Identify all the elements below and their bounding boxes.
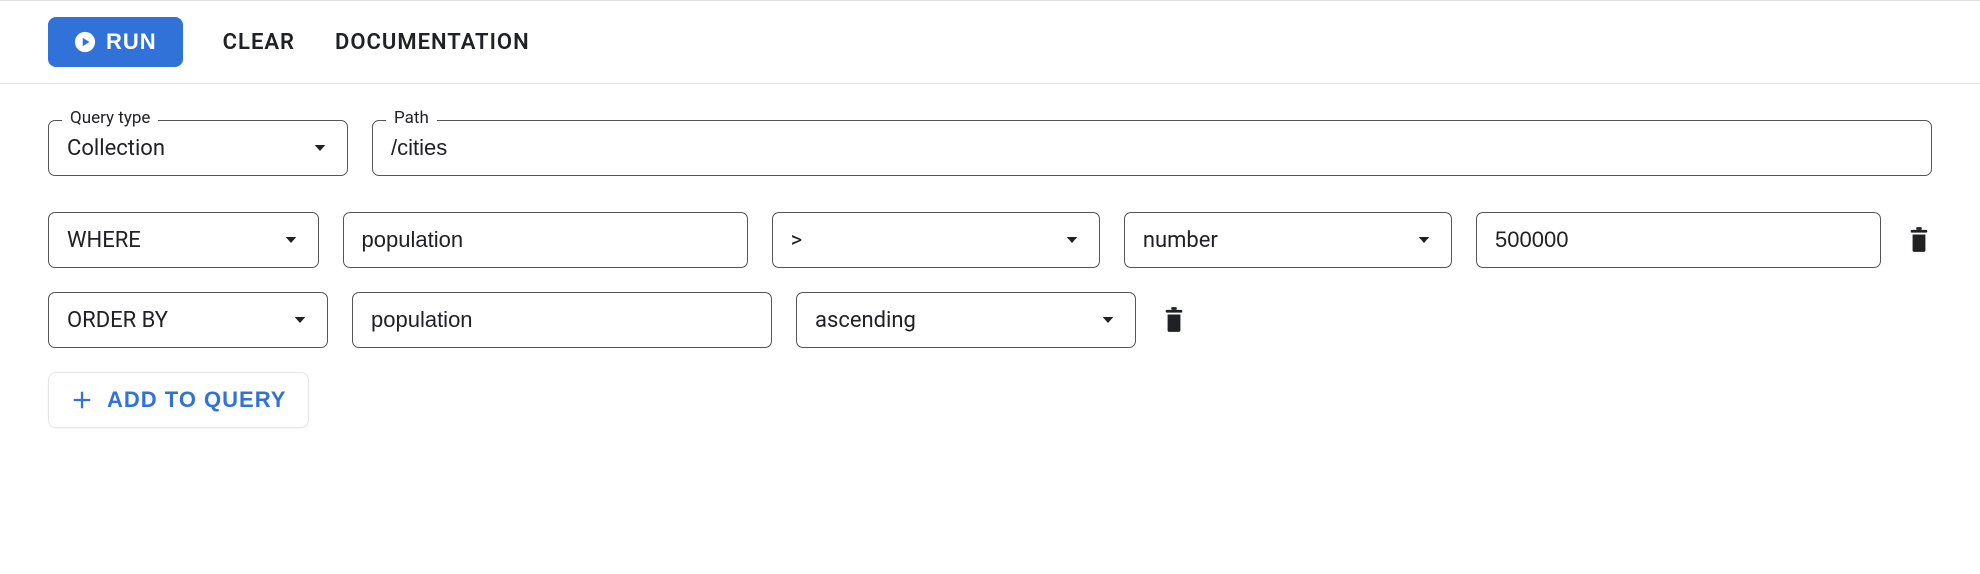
where-value-input-wrap <box>1476 212 1881 268</box>
clause-type-value: WHERE <box>67 228 141 253</box>
chevron-down-icon <box>291 311 309 329</box>
where-field-input[interactable] <box>362 227 729 253</box>
plus-icon <box>71 389 93 411</box>
clear-button[interactable]: CLEAR <box>223 30 295 55</box>
chevron-down-icon <box>282 231 300 249</box>
run-label: RUN <box>106 29 157 55</box>
run-button[interactable]: RUN <box>48 17 183 67</box>
toolbar: RUN CLEAR DOCUMENTATION <box>0 0 1980 84</box>
trash-icon <box>1908 227 1930 253</box>
path-field: Path <box>372 120 1932 176</box>
orderby-direction-value: ascending <box>815 308 916 333</box>
orderby-direction-select[interactable]: ascending <box>796 292 1136 348</box>
delete-clause-button[interactable] <box>1905 226 1932 254</box>
query-type-value: Collection <box>67 136 165 161</box>
chevron-down-icon <box>1063 231 1081 249</box>
query-builder: Query type Collection Path WHERE > numbe… <box>0 84 1980 452</box>
clause-type-select[interactable]: ORDER BY <box>48 292 328 348</box>
orderby-clause-row: ORDER BY ascending <box>48 292 1932 348</box>
path-input[interactable] <box>391 135 1913 161</box>
where-type-select[interactable]: number <box>1124 212 1452 268</box>
delete-clause-button[interactable] <box>1160 306 1188 334</box>
where-field-input-wrap <box>343 212 748 268</box>
chevron-down-icon <box>1415 231 1433 249</box>
play-icon <box>74 31 96 53</box>
query-type-field: Query type Collection <box>48 120 348 176</box>
add-to-query-label: ADD TO QUERY <box>107 387 286 413</box>
trash-icon <box>1163 307 1185 333</box>
where-value-input[interactable] <box>1495 227 1862 253</box>
query-type-select[interactable]: Collection <box>48 120 348 176</box>
where-clause-row: WHERE > number <box>48 212 1932 268</box>
orderby-field-input-wrap <box>352 292 772 348</box>
where-operator-select[interactable]: > <box>772 212 1100 268</box>
query-type-legend: Query type <box>62 108 158 128</box>
clause-type-value: ORDER BY <box>67 308 168 333</box>
documentation-link[interactable]: DOCUMENTATION <box>335 30 530 55</box>
where-operator-value: > <box>791 228 803 253</box>
clause-type-select[interactable]: WHERE <box>48 212 319 268</box>
path-input-wrap <box>372 120 1932 176</box>
where-type-value: number <box>1143 228 1218 253</box>
chevron-down-icon <box>1099 311 1117 329</box>
orderby-field-input[interactable] <box>371 307 753 333</box>
path-legend: Path <box>386 108 437 128</box>
chevron-down-icon <box>311 139 329 157</box>
add-to-query-button[interactable]: ADD TO QUERY <box>48 372 309 428</box>
